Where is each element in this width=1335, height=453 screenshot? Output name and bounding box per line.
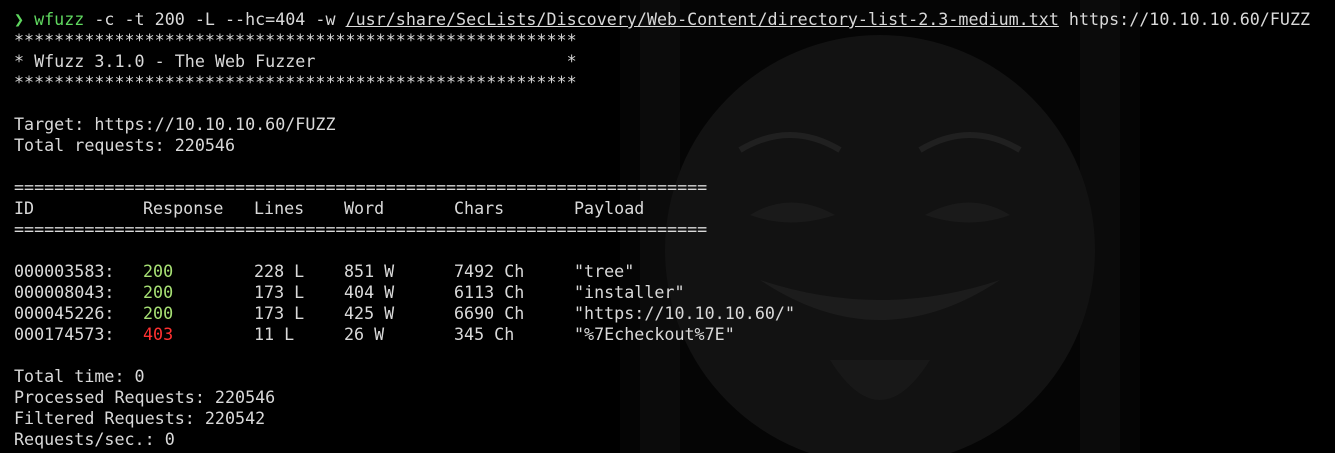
banner-border-top: ****************************************… [14, 30, 577, 50]
row-id: 000174573: [14, 324, 115, 344]
terminal-window[interactable]: ❯ wfuzz -c -t 200 -L --hc=404 -w /usr/sh… [0, 0, 1335, 453]
banner-title: * Wfuzz 3.1.0 - The Web Fuzzer * [14, 51, 577, 71]
row-payload: "%7Echeckout%7E" [574, 324, 735, 344]
command-args: -c -t 200 -L --hc=404 -w [84, 9, 346, 29]
table-row: 000174573: 403 11 L 26 W 345 Ch "%7Echeckout%… [14, 324, 1310, 345]
row-chars: 345 Ch [454, 324, 515, 344]
terminal-output: ❯ wfuzz -c -t 200 -L --hc=404 -w /usr/sh… [14, 9, 1310, 450]
table-header: ID Response Lines Word Chars Payload [14, 198, 1310, 219]
header-word: Word [344, 198, 385, 218]
row-id: 000045226: [14, 303, 115, 323]
command-line[interactable]: ❯ wfuzz -c -t 200 -L --hc=404 -w /usr/sh… [14, 9, 1310, 30]
row-response: 200 [143, 261, 174, 281]
row-chars: 7492 Ch [454, 261, 525, 281]
summary-processed: Processed Requests: 220546 [14, 387, 276, 407]
row-response: 200 [143, 282, 174, 302]
row-response: 403 [143, 324, 174, 344]
header-chars: Chars [454, 198, 505, 218]
row-lines: 173 L [254, 303, 305, 323]
row-lines: 228 L [254, 261, 305, 281]
command-target-url: https://10.10.10.60/FUZZ [1058, 9, 1311, 29]
header-id: ID [14, 198, 35, 218]
command-name: wfuzz [34, 9, 85, 29]
summary-rate: Requests/sec.: 0 [14, 429, 175, 449]
row-chars: 6113 Ch [454, 282, 525, 302]
row-chars: 6690 Ch [454, 303, 525, 323]
wordlist-path-link[interactable]: /usr/share/SecLists/Discovery/Web-Conten… [346, 9, 1059, 29]
row-id: 000003583: [14, 261, 115, 281]
header-payload: Payload [574, 198, 645, 218]
row-word: 26 W [344, 324, 385, 344]
table-separator: ========================================… [14, 177, 708, 197]
row-word: 851 W [344, 261, 395, 281]
table-separator: ========================================… [14, 219, 708, 239]
summary-filtered: Filtered Requests: 220542 [14, 408, 266, 428]
target-line: Target: https://10.10.10.60/FUZZ [14, 114, 336, 134]
row-id: 000008043: [14, 282, 115, 302]
table-row: 000008043: 200 173 L 404 W 6113 Ch "installer… [14, 282, 1310, 303]
total-requests-line: Total requests: 220546 [14, 135, 236, 155]
prompt-symbol: ❯ [14, 9, 25, 29]
row-payload: "installer" [574, 282, 685, 302]
table-row: 000003583: 200 228 L 851 W 7492 Ch "tree" [14, 261, 1310, 282]
row-response: 200 [143, 303, 174, 323]
row-lines: 173 L [254, 282, 305, 302]
row-payload: "tree" [574, 261, 635, 281]
banner-border-bottom: ****************************************… [14, 72, 577, 92]
row-lines: 11 L [254, 324, 295, 344]
table-row: 000045226: 200 173 L 425 W 6690 Ch "https://1… [14, 303, 1310, 324]
row-word: 425 W [344, 303, 395, 323]
header-lines: Lines [254, 198, 305, 218]
header-response: Response [143, 198, 224, 218]
row-word: 404 W [344, 282, 395, 302]
row-payload: "https://10.10.10.60/" [574, 303, 796, 323]
summary-total-time: Total time: 0 [14, 366, 145, 386]
